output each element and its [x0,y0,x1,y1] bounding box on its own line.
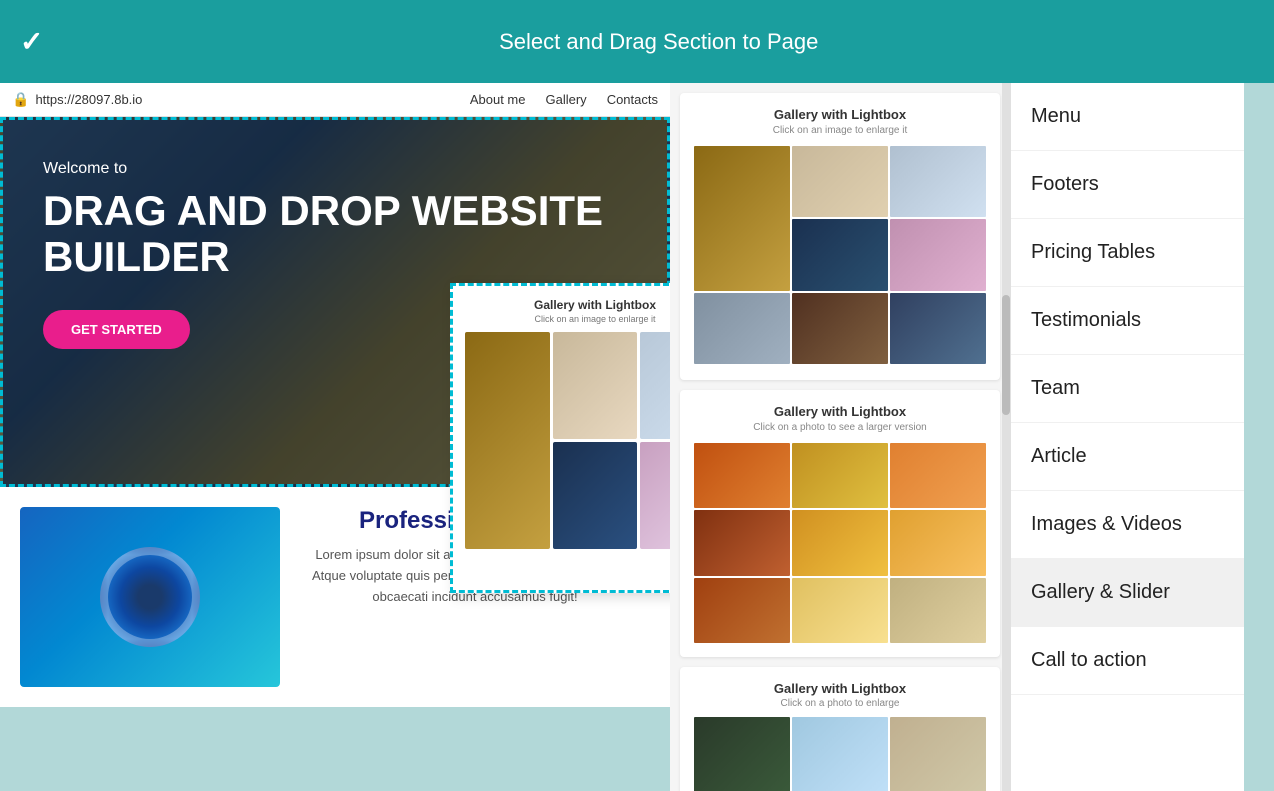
gallery-card-3-subtitle: Click on a photo to enlarge [694,698,986,709]
hero-title: DRAG AND DROP WEBSITE BUILDER [43,188,627,280]
gallery-card-3[interactable]: Gallery with Lightbox Click on a photo t… [680,667,1000,791]
gallery-cell-1-8 [890,293,986,364]
gallery-card-2[interactable]: Gallery with Lightbox Click on a photo t… [680,390,1000,657]
drag-overlay-subtitle: Click on an image to enlarge it [465,314,670,324]
sidebar-item-pricing-tables[interactable]: Pricing Tables [1011,219,1244,287]
browser-chrome: 🔒 https://28097.8b.io About me Gallery C… [0,83,670,117]
sidebar-item-footers-label: Footers [1031,173,1099,195]
check-icon: ✓ [20,25,43,58]
gallery-card-1-subtitle: Click on an image to enlarge it [694,125,986,136]
browser-preview: 🔒 https://28097.8b.io About me Gallery C… [0,83,670,791]
gallery-cell-2-9 [890,578,986,643]
gallery-cell-2-2 [792,443,888,508]
drag-overlay[interactable]: Gallery with Lightbox Click on an image … [450,283,670,593]
lock-icon: 🔒 [12,91,29,108]
gallery-cell-2-8 [792,578,888,643]
url-text: https://28097.8b.io [35,92,142,107]
sidebar-item-images-videos[interactable]: Images & Videos [1011,491,1244,559]
sidebar-item-article[interactable]: Article [1011,423,1244,491]
sidebar-item-pricing-tables-label: Pricing Tables [1031,241,1155,263]
sidebar-item-footers[interactable]: Footers [1011,151,1244,219]
sidebar-item-gallery-slider-label: Gallery & Slider [1031,581,1170,603]
scroll-thumb[interactable] [1002,295,1010,415]
gallery-cell-2-7 [694,578,790,643]
gallery-cell-1-4 [792,219,888,290]
sidebar: Menu Footers Pricing Tables Testimonials… [1010,83,1244,791]
mini-gallery-cell-5 [640,442,670,549]
sidebar-item-menu[interactable]: Menu [1011,83,1244,151]
mini-gallery-cell-2 [553,332,638,439]
gallery-cell-3-2 [792,717,888,791]
lens-icon [100,547,200,647]
gallery-grid-3 [694,717,986,791]
gallery-panel: Gallery with Lightbox Click on an image … [670,83,1010,791]
gallery-card-2-title: Gallery with Lightbox [694,404,986,419]
gallery-cell-3-3 [890,717,986,791]
gallery-cell-2-1 [694,443,790,508]
photo-card-inner [20,507,280,687]
sidebar-item-gallery-slider[interactable]: Gallery & Slider [1011,559,1244,627]
gallery-cell-1-6 [694,293,790,364]
gallery-cell-3-1 [694,717,790,791]
gallery-card-3-title: Gallery with Lightbox [694,681,986,696]
gallery-cell-1-7 [792,293,888,364]
gallery-cell-1-5 [890,219,986,290]
gallery-cell-2-3 [890,443,986,508]
nav-contacts[interactable]: Contacts [607,92,658,107]
photo-card [20,507,280,687]
get-started-button[interactable]: GET STARTED [43,310,190,349]
nav-gallery[interactable]: Gallery [546,92,587,107]
sidebar-item-testimonials[interactable]: Testimonials [1011,287,1244,355]
sidebar-item-images-videos-label: Images & Videos [1031,513,1182,535]
mini-gallery-cell-3 [640,332,670,439]
gallery-card-1-title: Gallery with Lightbox [694,107,986,122]
gallery-card-1[interactable]: Gallery with Lightbox Click on an image … [680,93,1000,380]
scroll-track[interactable] [1002,83,1010,791]
main-content: 🔒 https://28097.8b.io About me Gallery C… [0,83,1274,791]
sidebar-item-team[interactable]: Team [1011,355,1244,423]
sidebar-item-menu-label: Menu [1031,105,1081,127]
drag-overlay-title: Gallery with Lightbox [465,298,670,312]
gallery-cell-2-6 [890,510,986,575]
sidebar-item-team-label: Team [1031,377,1080,399]
mini-gallery-cell-1 [465,332,550,549]
sidebar-item-testimonials-label: Testimonials [1031,309,1141,331]
gallery-grid-1 [694,146,986,366]
sidebar-item-call-to-action-label: Call to action [1031,649,1147,671]
gallery-grid-2 [694,443,986,643]
header-title: Select and Drag Section to Page [63,29,1254,55]
gallery-cell-1-2 [792,146,888,217]
mini-gallery-grid [465,332,670,552]
browser-nav: About me Gallery Contacts [470,92,658,107]
browser-url: 🔒 https://28097.8b.io [12,91,142,108]
sidebar-item-call-to-action[interactable]: Call to action [1011,627,1244,695]
hero-welcome: Welcome to [43,160,627,178]
top-header: ✓ Select and Drag Section to Page [0,0,1274,83]
mini-gallery-cell-4 [553,442,638,549]
gallery-cell-1-3 [890,146,986,217]
gallery-cell-2-5 [792,510,888,575]
sidebar-item-article-label: Article [1031,445,1087,467]
gallery-cell-2-4 [694,510,790,575]
nav-about[interactable]: About me [470,92,526,107]
gallery-card-2-subtitle: Click on a photo to see a larger version [694,422,986,433]
gallery-cell-1-1 [694,146,790,291]
